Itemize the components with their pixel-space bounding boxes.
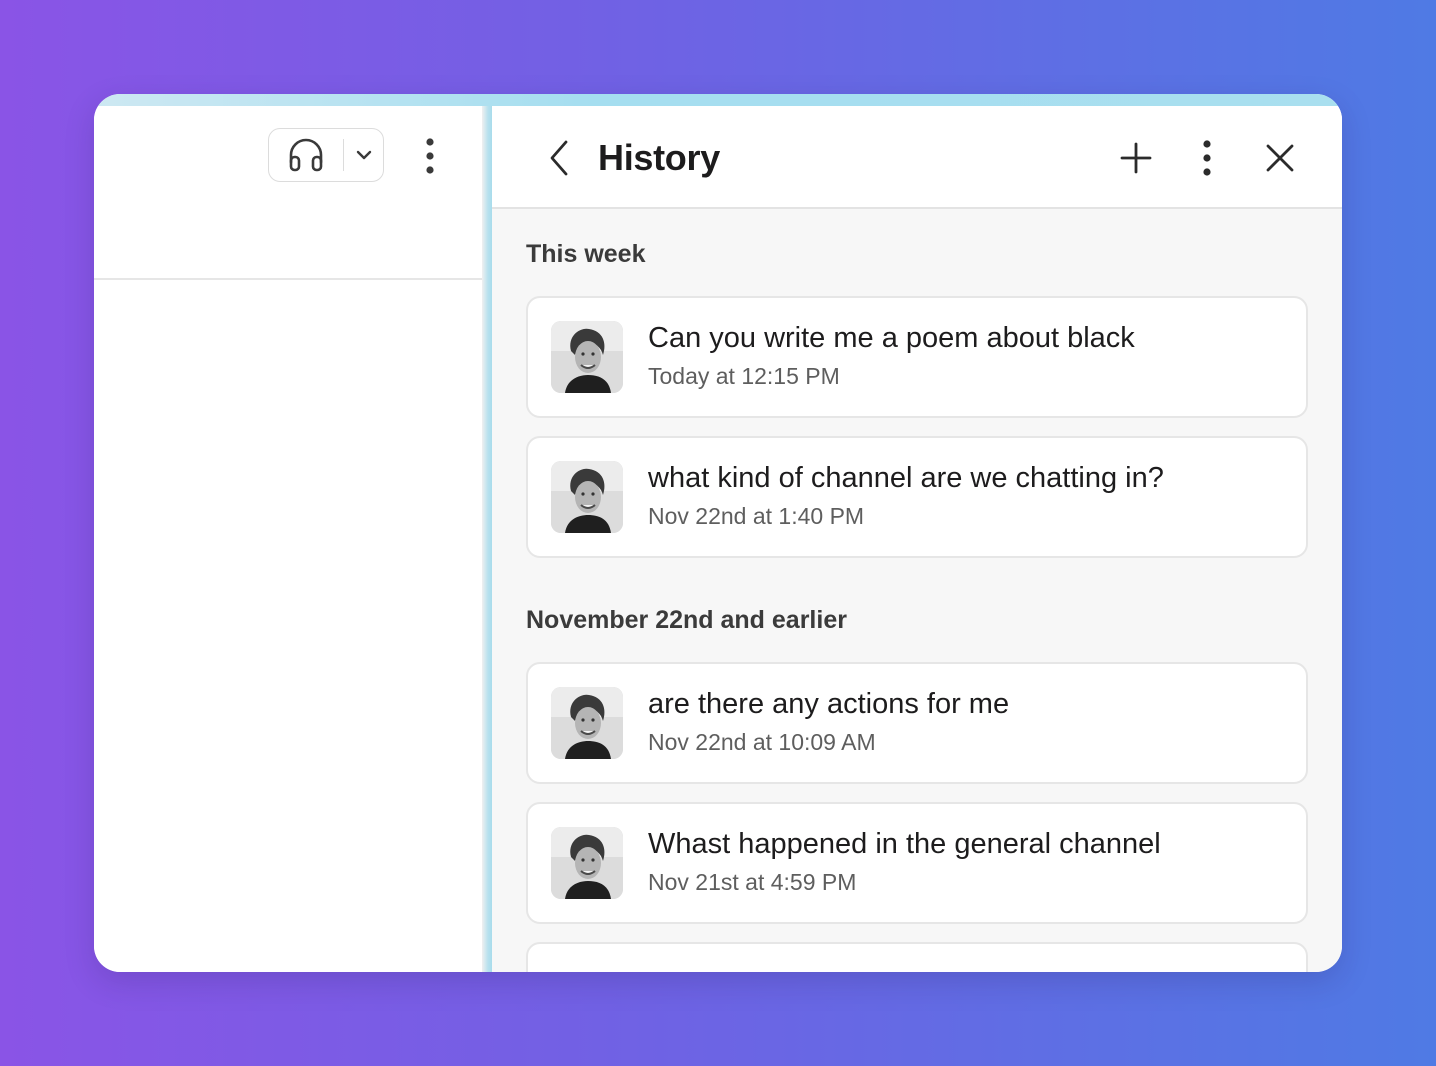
left-panel [94,106,482,972]
left-panel-divider [94,278,482,280]
history-item[interactable]: Can you write me a poem about black Toda… [526,296,1308,418]
item-timestamp: Nov 21st at 4:59 PM [648,869,857,895]
history-header: History [492,106,1342,209]
item-title: Whast happened in the general channel [648,828,1161,860]
chevron-left-icon [550,140,568,176]
close-button[interactable] [1260,138,1300,178]
left-more-button[interactable] [416,134,444,178]
chevron-down-icon [356,150,372,160]
avatar [551,321,623,393]
new-chat-button[interactable] [1116,138,1156,178]
section-label-earlier: November 22nd and earlier [526,606,847,634]
window-top-strip [94,94,1342,106]
huddle-options-dropdown[interactable] [344,129,384,181]
app-window: History This week Can you write me a poe… [94,94,1342,972]
huddle-button[interactable] [269,129,343,181]
item-title: what kind of channel are we chatting in? [648,462,1164,494]
avatar [551,687,623,759]
item-timestamp: Today at 12:15 PM [648,363,840,389]
history-item[interactable]: what kind of channel are we chatting in?… [526,436,1308,558]
item-title: Can you write me a poem about black [648,322,1135,354]
avatar [551,827,623,899]
history-item[interactable]: are there any actions for me Nov 22nd at… [526,662,1308,784]
huddle-button-group [268,128,384,182]
item-title: are there any actions for me [648,688,1010,720]
more-options-button[interactable] [1192,136,1222,180]
section-label-this-week: This week [526,240,646,268]
history-panel: History This week Can you write me a poe… [492,106,1342,972]
panel-resize-handle[interactable] [482,106,492,972]
avatar [551,461,623,533]
history-item-partial[interactable] [526,942,1308,972]
close-icon [1266,144,1294,172]
vertical-ellipsis-icon [1203,140,1211,176]
item-timestamp: Nov 22nd at 10:09 AM [648,729,876,755]
item-timestamp: Nov 22nd at 1:40 PM [648,503,865,529]
plus-icon [1120,142,1152,174]
headphones-icon [289,138,323,172]
vertical-ellipsis-icon [426,138,434,174]
page-title: History [598,137,720,178]
history-item[interactable]: Whast happened in the general channel No… [526,802,1308,924]
back-button[interactable] [544,138,574,178]
